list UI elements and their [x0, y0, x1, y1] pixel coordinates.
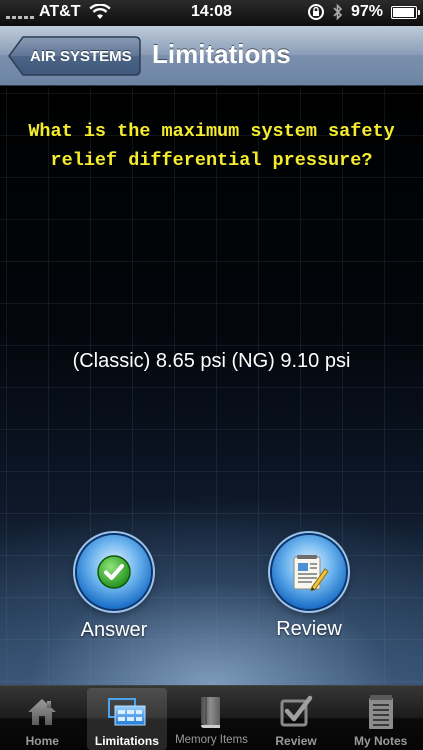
battery-fill	[393, 7, 415, 17]
checkbox-icon	[280, 695, 313, 727]
tab-label: Home	[25, 734, 59, 748]
tab-label: Memory Items	[175, 734, 248, 746]
navigation-bar: AIR SYSTEMS Limitations	[0, 26, 423, 86]
tab-label: My Notes	[354, 734, 408, 748]
status-bar: AT&T 14:08 97%	[0, 0, 423, 26]
tab-limitations[interactable]: Limitations	[86, 688, 167, 750]
tab-review[interactable]: Review	[256, 688, 336, 750]
book-icon	[201, 697, 221, 728]
main-content: What is the maximum system safety relief…	[0, 87, 423, 685]
page-title: Limitations	[152, 39, 291, 69]
answer-text: (Classic) 8.65 psi (NG) 9.10 psi	[72, 350, 351, 372]
limitations-icon	[107, 698, 146, 726]
back-button-label: AIR SYSTEMS	[30, 47, 132, 65]
answer-button[interactable]	[77, 535, 151, 609]
tab-bar: Home Limitations Memory Items Review My …	[0, 685, 423, 750]
review-button-label[interactable]: Review	[239, 618, 379, 641]
battery-icon	[391, 5, 420, 19]
back-button[interactable]: AIR SYSTEMS	[8, 36, 141, 76]
house-icon	[28, 699, 57, 725]
notepad-icon	[368, 695, 393, 729]
checkmark-icon	[97, 555, 131, 589]
tab-home[interactable]: Home	[2, 688, 82, 750]
grid-background	[0, 87, 423, 685]
tab-memory-items[interactable]: Memory Items	[171, 688, 251, 750]
tab-my-notes[interactable]: My Notes	[341, 688, 421, 750]
battery-percentage: 97%	[350, 3, 383, 20]
bluetooth-icon	[333, 4, 343, 20]
status-right: 97%	[307, 3, 420, 21]
tab-label: Limitations	[94, 734, 159, 748]
question-text: What is the maximum system safety relief…	[28, 121, 395, 171]
answer-button-label[interactable]: Answer	[44, 619, 184, 642]
review-notepad-icon	[293, 555, 329, 592]
tab-label: Review	[275, 734, 317, 748]
review-button[interactable]	[272, 535, 346, 609]
rotation-lock-icon	[307, 4, 324, 20]
